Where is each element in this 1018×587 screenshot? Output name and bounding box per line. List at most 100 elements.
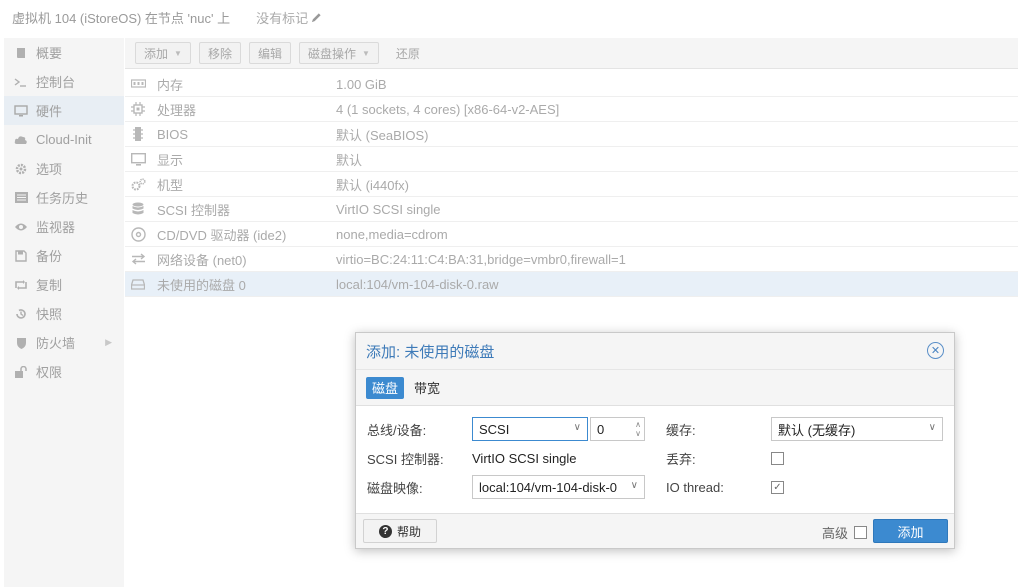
sidebar-item-label: 复制 bbox=[36, 278, 63, 293]
sidebar-item-label: 防火墙 bbox=[36, 336, 76, 351]
sidebar-item-backup[interactable]: 备份 bbox=[4, 241, 124, 270]
advanced-checkbox[interactable] bbox=[854, 526, 868, 539]
table-row[interactable]: 处理器 4 (1 sockets, 4 cores) [x86-64-v2-AE… bbox=[125, 97, 1018, 122]
discard-row: 丢弃: bbox=[666, 446, 784, 470]
advanced-toggle[interactable]: 高级 bbox=[822, 523, 868, 542]
sidebar-item-console[interactable]: 控制台 bbox=[4, 67, 124, 96]
sidebar-item-task-history[interactable]: 任务历史 bbox=[4, 183, 124, 212]
sidebar-item-replication[interactable]: 复制 bbox=[4, 270, 124, 299]
disk-action-button[interactable]: 磁盘操作 ▼ bbox=[298, 42, 379, 64]
retweet-icon bbox=[14, 278, 28, 292]
disk-image-value: local:104/vm-104-disk-0 bbox=[479, 479, 618, 495]
table-row[interactable]: 显示 默认 bbox=[125, 147, 1018, 172]
cpu-icon bbox=[125, 102, 151, 116]
bus-device-row: 总线/设备: SCSI ∨ 0 ∧ ∨ bbox=[367, 417, 645, 441]
table-row[interactable]: SCSI 控制器 VirtIO SCSI single bbox=[125, 197, 1018, 222]
database-icon bbox=[125, 202, 151, 216]
help-button[interactable]: ? 帮助 bbox=[363, 519, 437, 543]
tab-bandwidth[interactable]: 带宽 bbox=[408, 377, 446, 399]
table-row[interactable]: 机型 默认 (i440fx) bbox=[125, 172, 1018, 197]
sidebar-item-monitor[interactable]: 监视器 bbox=[4, 212, 124, 241]
add-disk-button[interactable]: 添加 bbox=[873, 519, 948, 543]
hw-value: none,media=cdrom bbox=[336, 226, 448, 242]
cache-value: 默认 (无缓存) bbox=[778, 422, 856, 438]
exchange-icon bbox=[125, 253, 151, 265]
close-icon[interactable]: ✕ bbox=[927, 342, 944, 359]
dialog-footer: ? 帮助 高级 添加 bbox=[356, 513, 954, 548]
chevron-down-icon: ∨ bbox=[573, 422, 581, 433]
revert-button[interactable]: 还原 bbox=[387, 42, 429, 64]
sidebar-item-label: 快照 bbox=[36, 307, 63, 322]
sidebar-item-label: 选项 bbox=[36, 162, 63, 177]
hw-value: 1.00 GiB bbox=[336, 76, 387, 92]
remove-button[interactable]: 移除 bbox=[198, 42, 241, 64]
sidebar-item-permissions[interactable]: 权限 bbox=[4, 357, 124, 386]
add-button[interactable]: 添加 ▼ bbox=[135, 42, 191, 64]
hw-name: BIOS bbox=[157, 126, 189, 142]
chevron-down-icon: ▼ bbox=[361, 48, 370, 58]
iothread-label: IO thread: bbox=[666, 479, 724, 495]
hw-name: SCSI 控制器 bbox=[157, 202, 230, 218]
hw-name: CD/DVD 驱动器 (ide2) bbox=[157, 227, 287, 243]
revert-button-label: 还原 bbox=[395, 46, 420, 61]
discard-checkbox[interactable] bbox=[771, 451, 784, 465]
hw-value: 默认 (i440fx) bbox=[336, 177, 409, 193]
edit-button-label: 编辑 bbox=[257, 46, 282, 61]
sidebar-item-label: 监视器 bbox=[36, 220, 76, 235]
gear-icon bbox=[14, 162, 28, 176]
hardware-toolbar: 添加 ▼ 移除 编辑 磁盘操作 ▼ 还原 bbox=[125, 38, 1018, 69]
chevron-down-icon: ▼ bbox=[174, 48, 182, 58]
cloud-icon bbox=[14, 133, 28, 147]
hw-value: local:104/vm-104-disk-0.raw bbox=[336, 276, 499, 292]
window-title-bar: 虚拟机 104 (iStoreOS) 在节点 'nuc' 上 没有标记 bbox=[0, 0, 1018, 34]
sidebar-item-label: Cloud-Init bbox=[36, 132, 92, 147]
expand-arrow-icon[interactable]: ▶ bbox=[105, 337, 112, 348]
bus-device-label: 总线/设备: bbox=[367, 422, 427, 438]
table-row[interactable]: 网络设备 (net0) virtio=BC:24:11:C4:BA:31,bri… bbox=[125, 247, 1018, 272]
floppy-icon bbox=[14, 249, 28, 263]
dialog-header: 添加: 未使用的磁盘 ✕ bbox=[356, 333, 954, 370]
memory-icon bbox=[125, 79, 151, 89]
sidebar-item-firewall[interactable]: 防火墙 ▶ bbox=[4, 328, 124, 357]
chevron-down-icon: ∨ bbox=[630, 480, 638, 491]
unlock-icon bbox=[14, 365, 28, 379]
window-title: 虚拟机 104 (iStoreOS) 在节点 'nuc' 上 bbox=[12, 10, 231, 26]
tag-label: 没有标记 bbox=[256, 10, 309, 26]
eye-icon bbox=[14, 220, 28, 234]
terminal-icon bbox=[14, 75, 28, 89]
cogs-icon bbox=[125, 177, 151, 191]
table-row[interactable]: CD/DVD 驱动器 (ide2) none,media=cdrom bbox=[125, 222, 1018, 247]
tab-disk[interactable]: 磁盘 bbox=[366, 376, 405, 399]
table-row[interactable]: 内存 1.00 GiB bbox=[125, 72, 1018, 97]
monitor-icon bbox=[14, 104, 28, 118]
disk-action-label: 磁盘操作 bbox=[307, 46, 356, 61]
tag-edit[interactable]: 没有标记 bbox=[256, 8, 322, 27]
history-icon bbox=[14, 307, 28, 321]
desktop-icon bbox=[125, 152, 151, 166]
sidebar-item-summary[interactable]: 概要 bbox=[4, 38, 124, 67]
disk-image-label: 磁盘映像: bbox=[367, 480, 423, 496]
sidebar-item-options[interactable]: 选项 bbox=[4, 154, 124, 183]
table-row[interactable]: BIOS 默认 (SeaBIOS) bbox=[125, 122, 1018, 147]
cdrom-icon bbox=[125, 226, 151, 242]
cache-select[interactable]: 默认 (无缓存) ∨ bbox=[771, 417, 943, 441]
hw-name: 未使用的磁盘 0 bbox=[157, 277, 246, 293]
hw-name: 机型 bbox=[157, 177, 184, 193]
hw-value: VirtIO SCSI single bbox=[336, 201, 441, 217]
sidebar-item-cloud-init[interactable]: Cloud-Init bbox=[4, 125, 124, 154]
edit-button[interactable]: 编辑 bbox=[248, 42, 291, 64]
hw-value: 4 (1 sockets, 4 cores) [x86-64-v2-AES] bbox=[336, 101, 560, 117]
sidebar-item-hardware[interactable]: 硬件 bbox=[4, 96, 124, 125]
hardware-list: 内存 1.00 GiB 处理器 4 (1 sockets, 4 cores) [… bbox=[125, 72, 1018, 297]
iothread-checkbox[interactable]: ✓ bbox=[771, 480, 784, 494]
disk-image-select[interactable]: local:104/vm-104-disk-0 ∨ bbox=[472, 475, 645, 499]
table-row[interactable]: 未使用的磁盘 0 local:104/vm-104-disk-0.raw bbox=[125, 272, 1018, 297]
dialog-form: 总线/设备: SCSI ∨ 0 ∧ ∨ SCSI 控制器: VirtIO SCSI… bbox=[356, 406, 954, 513]
hw-name: 网络设备 (net0) bbox=[157, 252, 247, 268]
sidebar-item-label: 概要 bbox=[36, 46, 63, 61]
spinner-arrows-icon[interactable]: ∧ ∨ bbox=[635, 420, 641, 438]
hw-name: 处理器 bbox=[157, 102, 197, 118]
device-number-spinner[interactable]: 0 ∧ ∨ bbox=[590, 417, 645, 441]
sidebar-item-snapshots[interactable]: 快照 bbox=[4, 299, 124, 328]
bus-select[interactable]: SCSI ∨ bbox=[472, 417, 588, 441]
